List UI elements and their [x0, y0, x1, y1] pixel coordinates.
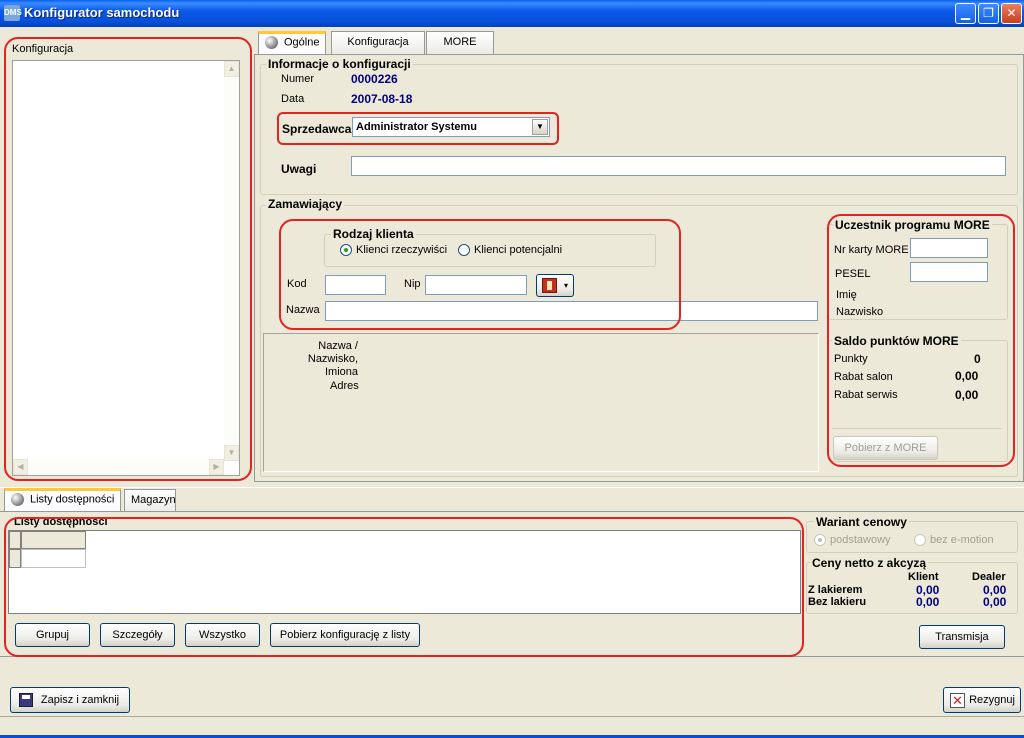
- scroll-down-button[interactable]: ▼: [224, 445, 239, 461]
- divider: [832, 428, 1002, 429]
- scroll-up-button[interactable]: ▲: [224, 61, 239, 77]
- uwagi-label: Uwagi: [281, 162, 317, 176]
- punkty-label: Punkty: [834, 353, 868, 365]
- status-bulb-icon: [265, 36, 278, 49]
- cancel-icon: ✕: [950, 693, 965, 708]
- minimize-button[interactable]: ▁: [955, 3, 976, 24]
- nazwa-label: Nazwa: [286, 304, 320, 316]
- szczegoly-button[interactable]: Szczegóły: [100, 623, 175, 647]
- tab-magazyn[interactable]: Magazyn: [124, 489, 176, 512]
- konfiguracja-tree[interactable]: ▲ ▼ ◀ ▶: [12, 60, 240, 476]
- radio-klienci-rzeczywisci[interactable]: Klienci rzeczywiści: [340, 244, 447, 257]
- sprzedawca-label: Sprzedawca: [282, 122, 352, 136]
- nr-karty-input[interactable]: [910, 238, 988, 258]
- pesel-input[interactable]: [910, 262, 988, 282]
- pesel-label: PESEL: [835, 268, 871, 280]
- pobierz-konfiguracje-button[interactable]: Pobierz konfigurację z listy: [270, 623, 420, 647]
- left-panel: Konfiguracja ▲ ▼ ◀ ▶: [0, 27, 254, 482]
- window-title: Konfigurator samochodu: [24, 5, 180, 20]
- app-icon: DMS: [4, 5, 22, 21]
- nazwa-input[interactable]: [325, 301, 818, 321]
- kod-input[interactable]: [325, 275, 386, 295]
- data-value: 2007-08-18: [351, 92, 413, 106]
- rezygnuj-button[interactable]: ✕ Rezygnuj: [943, 687, 1021, 713]
- listy-grid[interactable]: [8, 530, 801, 614]
- data-label: Data: [281, 93, 305, 105]
- tab-more[interactable]: MORE: [426, 31, 494, 54]
- pobierz-z-more-button[interactable]: Pobierz z MORE: [833, 436, 938, 460]
- tab-listy-dostepnosci[interactable]: Listy dostępności: [4, 488, 122, 512]
- radio-bez-emotion[interactable]: bez e-motion: [914, 534, 994, 547]
- ceny-title: Ceny netto z akcyzą: [810, 556, 929, 570]
- chevron-down-icon[interactable]: ▼: [532, 119, 548, 135]
- scroll-right-button[interactable]: ▶: [209, 459, 224, 475]
- radio-podstawowy[interactable]: podstawowy: [814, 534, 891, 547]
- nr-karty-label: Nr karty MORE: [834, 244, 909, 256]
- imie-label: Imię: [836, 289, 857, 301]
- dropdown-arrow-icon: ▾: [564, 281, 569, 290]
- radio-off-icon: [914, 534, 926, 547]
- horizontal-scrollbar[interactable]: [28, 459, 211, 475]
- restore-button[interactable]: ❐: [978, 3, 999, 24]
- close-icon: ✕: [1006, 6, 1017, 20]
- uwagi-input[interactable]: [351, 156, 1006, 176]
- numer-label: Numer: [281, 73, 315, 85]
- ceny-row2-label: Bez lakieru: [808, 596, 867, 608]
- nip-input[interactable]: [425, 275, 527, 295]
- rabat-salon-label: Rabat salon: [834, 371, 893, 383]
- ceny-col-dealer: Dealer: [972, 571, 1006, 583]
- info-group-title: Informacje o konfiguracji: [266, 57, 413, 71]
- status-bulb-icon: [11, 493, 24, 506]
- more-group-title: Uczestnik programu MORE: [833, 218, 992, 232]
- ceny-row2-dealer: 0,00: [983, 595, 1007, 609]
- konfiguracja-label: Konfiguracja: [12, 43, 74, 55]
- adres-label: Adres: [330, 380, 359, 392]
- wariant-title: Wariant cenowy: [814, 515, 909, 529]
- saldo-title: Saldo punktów MORE: [832, 334, 961, 348]
- radio-off-icon: [458, 244, 470, 257]
- grid-header-cell[interactable]: [21, 531, 86, 549]
- sprzedawca-value: Administrator Systemu: [356, 121, 478, 133]
- search-client-button[interactable]: ▾: [536, 274, 574, 297]
- zamawiajacy-title: Zamawiający: [266, 197, 345, 211]
- tab-ogolne[interactable]: Ogólne: [258, 31, 327, 54]
- rabat-serwis-label: Rabat serwis: [834, 389, 898, 401]
- transmisja-button[interactable]: Transmisja: [919, 625, 1005, 649]
- rabat-salon-value: 0,00: [955, 369, 979, 383]
- tab-konfiguracja[interactable]: Konfiguracja: [331, 31, 425, 54]
- rabat-serwis-value: 0,00: [955, 388, 979, 402]
- rodzaj-klienta-title: Rodzaj klienta: [331, 227, 416, 241]
- grupuj-button[interactable]: Grupuj: [15, 623, 90, 647]
- vertical-scrollbar[interactable]: [224, 77, 239, 445]
- grid-cell[interactable]: [21, 549, 86, 568]
- restore-icon: ❐: [983, 6, 994, 20]
- numer-value: 0000226: [351, 72, 398, 86]
- wszystko-button[interactable]: Wszystko: [185, 623, 260, 647]
- ceny-row2-klient: 0,00: [916, 595, 940, 609]
- sprzedawca-select[interactable]: Administrator Systemu ▼: [352, 117, 550, 137]
- radio-on-icon: [340, 244, 352, 257]
- punkty-value: 0: [974, 352, 981, 366]
- status-bar: [0, 716, 1024, 735]
- radio-klienci-potencjalni[interactable]: Klienci potencjalni: [458, 244, 562, 257]
- nip-label: Nip: [404, 278, 421, 290]
- zapisz-i-zamknij-button[interactable]: Zapisz i zamknij: [10, 687, 130, 713]
- save-icon: [19, 693, 33, 707]
- ceny-col-klient: Klient: [908, 571, 939, 583]
- radio-on-icon: [814, 534, 826, 547]
- minimize-icon: ▁: [960, 6, 971, 20]
- client-card-icon: [542, 278, 557, 293]
- nazwa-info-label: Nazwa / Nazwisko, Imiona: [307, 340, 358, 378]
- scroll-left-button[interactable]: ◀: [13, 459, 28, 475]
- kod-label: Kod: [287, 278, 307, 290]
- listy-title: Listy dostępności: [12, 516, 110, 528]
- close-button[interactable]: ✕: [1001, 3, 1022, 24]
- title-bar: DMS Konfigurator samochodu ▁ ❐ ✕: [0, 0, 1024, 27]
- ceny-row1-label: Z lakierem: [808, 584, 863, 596]
- nazwisko-label: Nazwisko: [836, 306, 884, 318]
